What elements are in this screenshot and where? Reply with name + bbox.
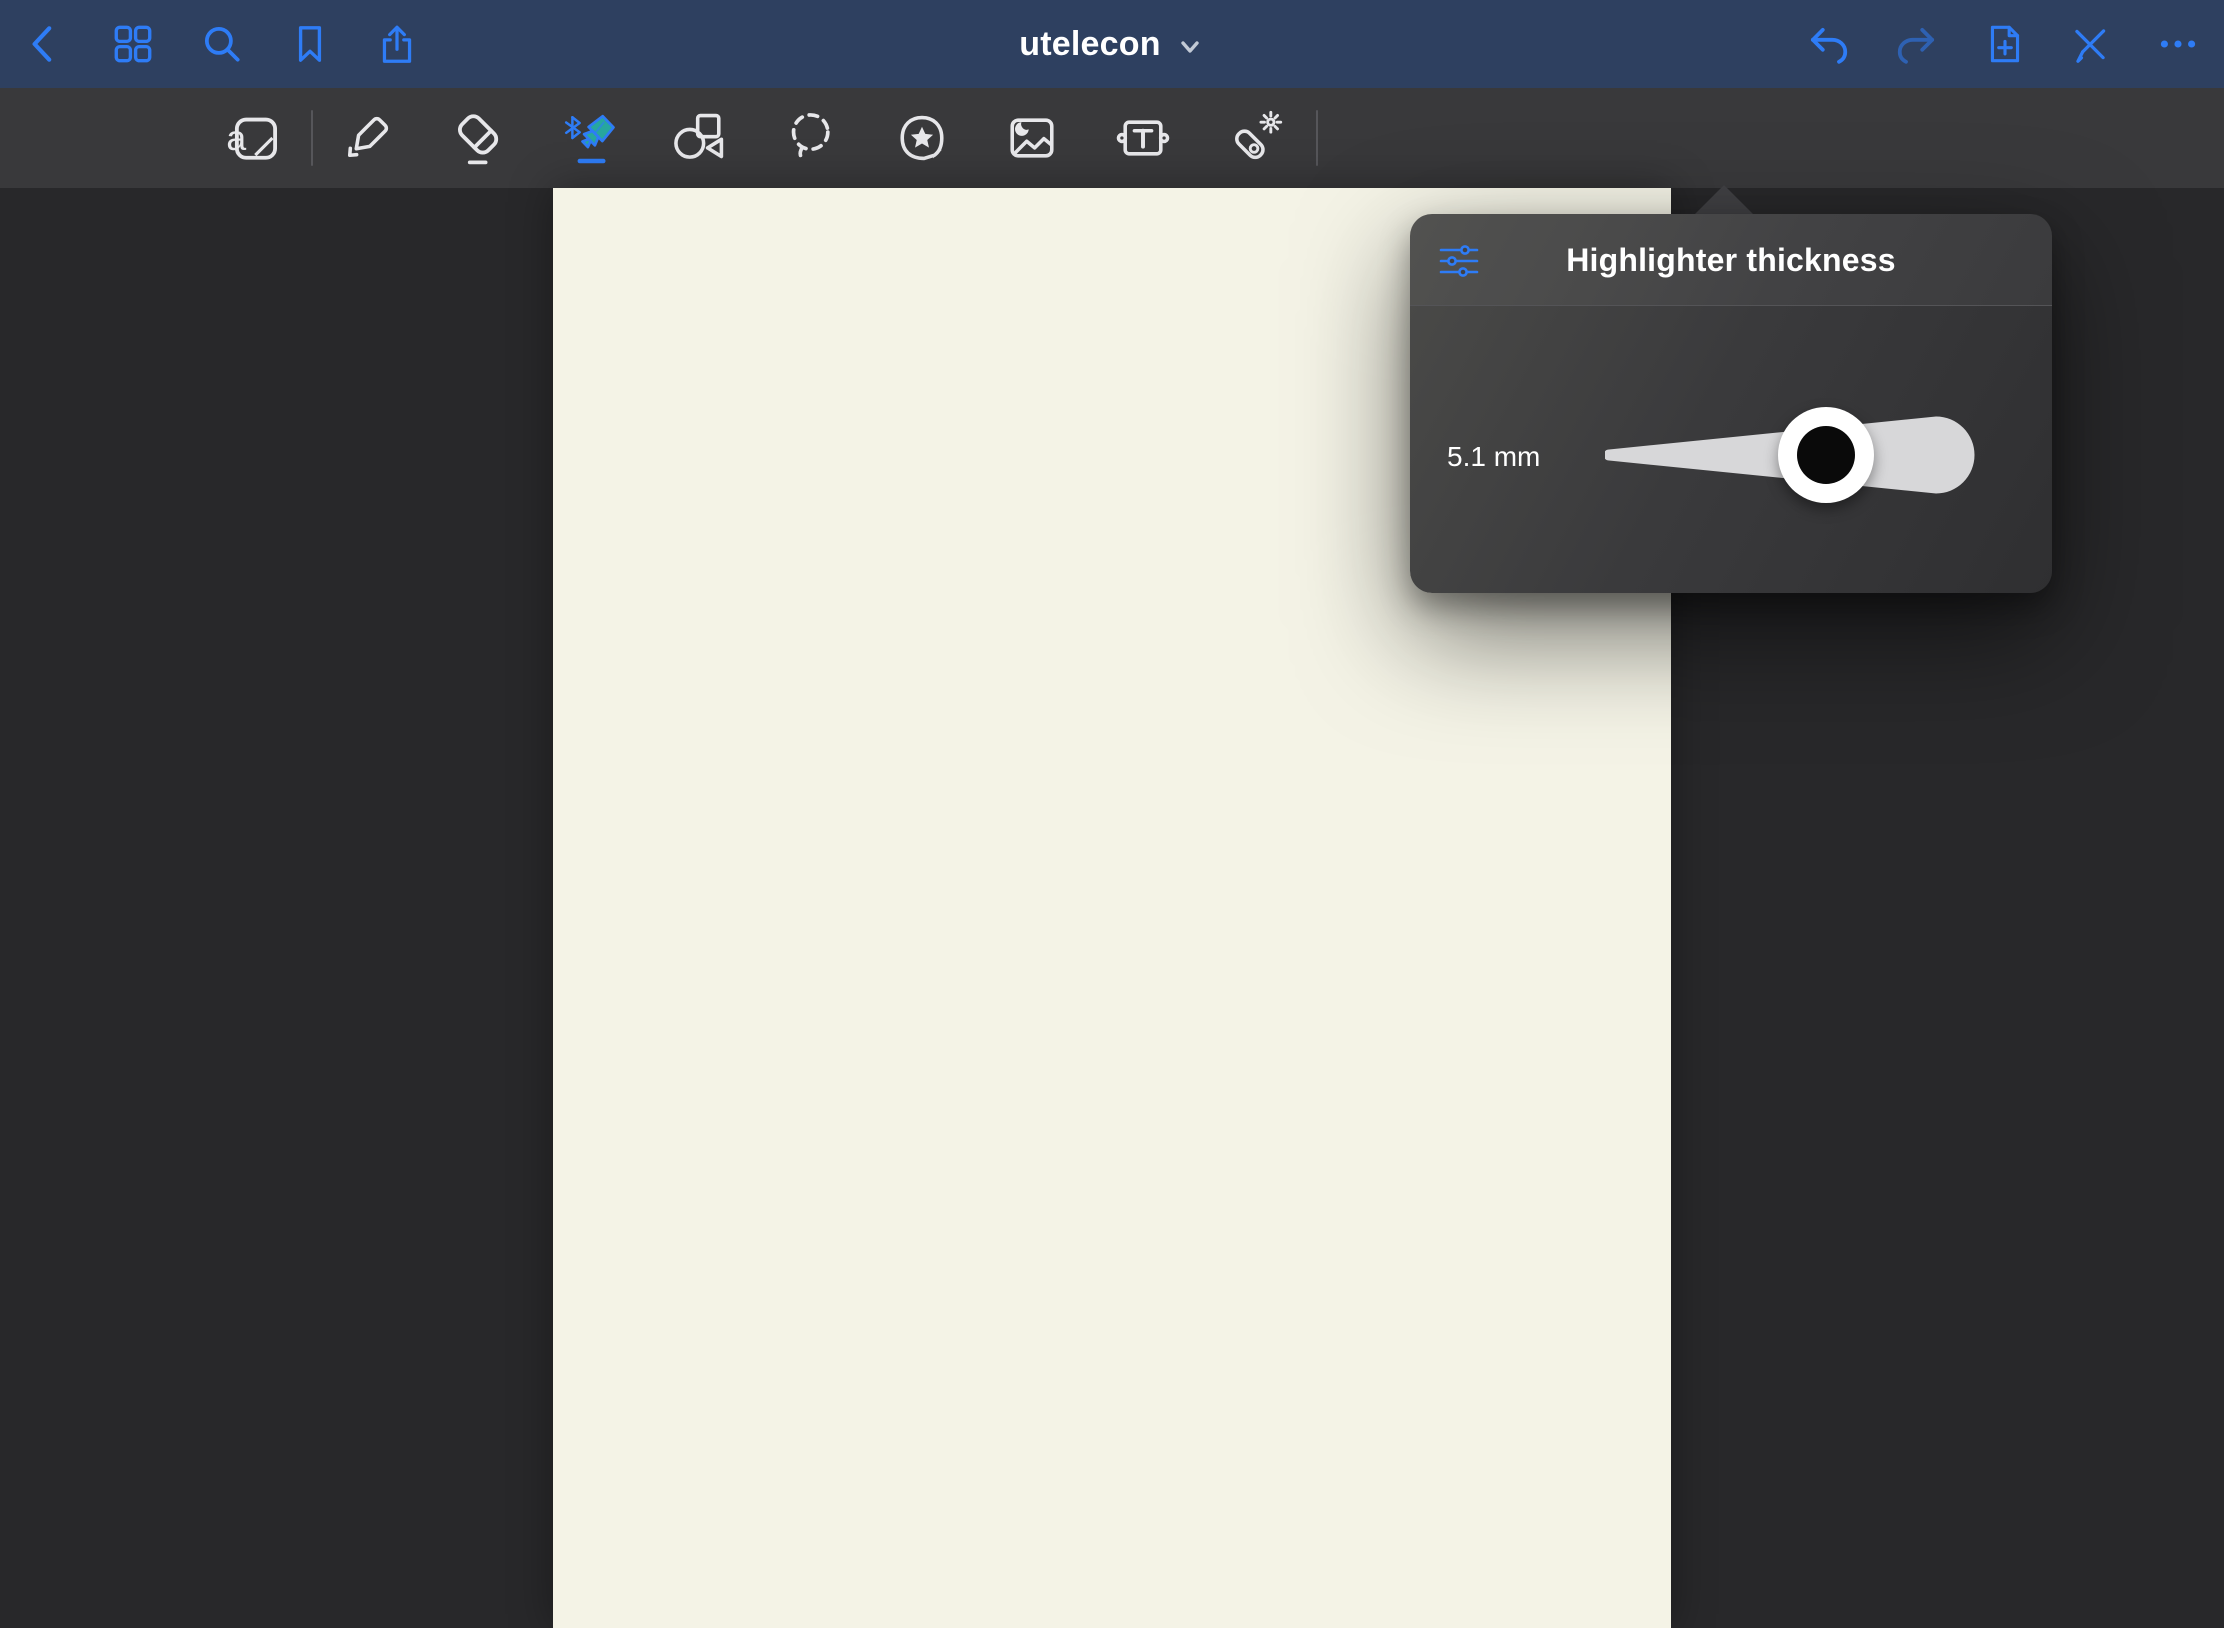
tool-bar: a [0,88,2224,188]
tool-shapes[interactable] [661,88,737,188]
crossed-pencil-icon [2067,21,2113,67]
photo-icon [1003,109,1061,167]
stop-editing-button[interactable] [2058,0,2122,88]
new-page-icon [1982,21,2028,67]
laser-pointer-icon [1226,109,1284,167]
thickness-value-label: 5.1 mm [1447,435,1540,479]
svg-text:a: a [226,118,246,158]
more-button[interactable] [2146,0,2210,88]
undo-icon [1805,21,1851,67]
add-page-button[interactable] [1973,0,2037,88]
toolbar-separator [311,110,313,166]
nav-bar: utelecon [0,0,2224,88]
toolbar-separator [1316,110,1318,166]
chevron-down-icon [1175,32,1205,62]
tool-pointer[interactable] [1217,88,1293,188]
tool-text[interactable] [1105,88,1181,188]
highlighter-icon [561,109,619,167]
highlighter-thickness-popup: Highlighter thickness 5.1 mm [1410,214,2052,593]
slider-knob[interactable] [1778,407,1874,503]
ellipsis-icon [2155,21,2201,67]
redo-button[interactable] [1885,0,1949,88]
tool-zoom-window[interactable]: a [216,88,292,188]
lasso-icon [783,109,841,167]
sticker-star-icon [893,109,951,167]
slider-knob-dot [1797,426,1855,484]
tool-lasso[interactable] [774,88,850,188]
tool-pen[interactable] [329,88,405,188]
thickness-slider[interactable] [1605,405,1985,505]
tool-highlighter[interactable] [552,88,628,188]
popup-header: Highlighter thickness [1410,214,2052,306]
bluetooth-icon [566,117,579,138]
redo-icon [1894,21,1940,67]
zoom-window-icon: a [225,109,283,167]
tool-image[interactable] [994,88,1070,188]
popup-title: Highlighter thickness [1410,214,2052,306]
undo-button[interactable] [1796,0,1860,88]
goodnotes-app: utelecon a [0,0,2224,1628]
notebook-title: utelecon [1019,25,1160,64]
shapes-icon [670,109,728,167]
tool-elements[interactable] [884,88,960,188]
eraser-icon [450,109,508,167]
pen-icon [338,109,396,167]
text-icon [1114,109,1172,167]
tool-eraser[interactable] [441,88,517,188]
